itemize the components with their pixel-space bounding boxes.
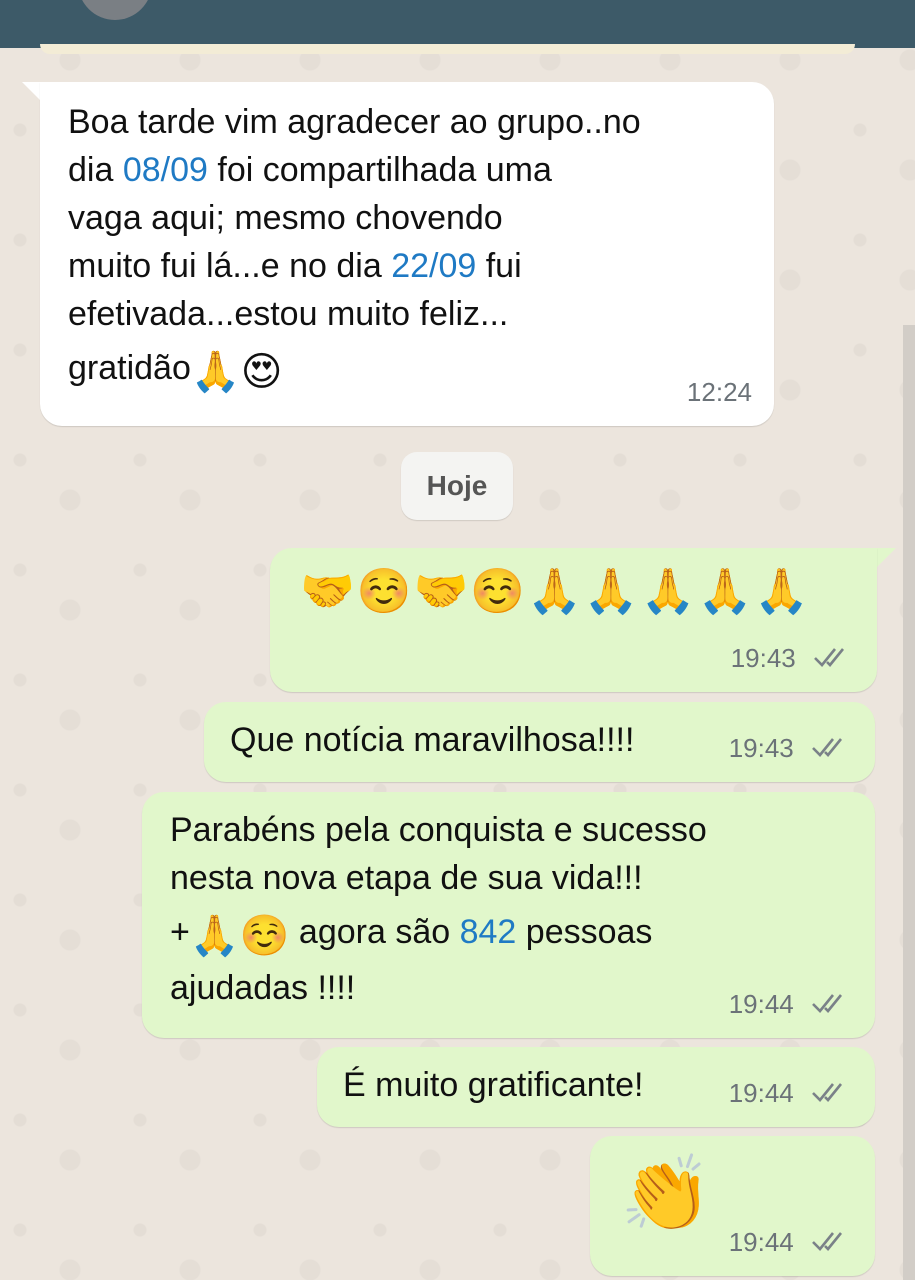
emoji-sequence: 🤝☺️🤝☺️🙏🙏🙏🙏🙏 [300,567,812,616]
message-line: ajudadas !!!! [170,964,707,1012]
pinned-message-strip[interactable] [40,44,855,54]
double-check-icon [812,738,843,757]
outgoing-message-bubble[interactable]: 🤝☺️🤝☺️🙏🙏🙏🙏🙏 19:43 [270,548,877,692]
message-status: 19:43 [729,724,851,772]
text-segment: fui [476,247,522,285]
message-status: 19:44 [729,980,851,1028]
text-segment: nesta nova etapa de sua vida!!! [170,859,643,897]
text-segment: dia [68,151,123,189]
message-line: +🙏☺️ agora são 842 pessoas [170,908,707,960]
double-check-icon [812,994,843,1013]
praying-hands-emoji: 🙏 [190,350,241,394]
date-link[interactable]: 08/09 [123,151,208,189]
text-segment: agora são [289,913,460,951]
message-status: 19:44 [729,1218,851,1266]
praying-hands-emoji: 🙏 [189,914,240,958]
outgoing-message-bubble[interactable]: Que notícia maravilhosa!!!! 19:43 [204,702,875,782]
message-timestamp: 19:43 [730,643,796,673]
outgoing-message-bubble[interactable]: 👏 19:44 [590,1136,875,1276]
message-line: Parabéns pela conquista e sucesso [170,806,707,854]
smiling-emoji: ☺️ [239,914,290,958]
text-segment: efetivada...estou muito feliz... [68,295,509,333]
message-timestamp: 19:44 [728,1078,794,1108]
double-check-icon [814,648,845,667]
double-check-icon [812,1083,843,1102]
message-text: É muito gratificante! [343,1066,644,1104]
message-timestamp: 19:44 [728,989,794,1019]
scrollbar[interactable] [903,325,915,1280]
number-link[interactable]: 842 [460,913,517,951]
message-text: Boa tarde vim agradecer ao grupo..no dia… [68,98,641,396]
text-segment: muito fui lá...e no dia [68,247,392,285]
message-timestamp: 12:24 [686,377,752,407]
text-segment: Boa tarde vim agradecer ao grupo..no [68,103,641,141]
date-link[interactable]: 22/09 [391,247,476,285]
date-divider: Hoje [401,452,513,520]
message-timestamp: 19:43 [728,733,794,763]
message-status: 19:43 [731,634,853,682]
text-segment: vaga aqui; mesmo chovendo [68,199,503,237]
clapping-hands-emoji: 👏 [620,1152,713,1235]
text-segment: ajudadas !!!! [170,969,356,1007]
message-line: Boa tarde vim agradecer ao grupo..no [68,98,641,146]
message-line: dia 08/09 foi compartilhada uma [68,146,641,194]
message-line: nesta nova etapa de sua vida!!! [170,854,707,902]
message-line: gratidão🙏😍 [68,344,641,396]
chat-header[interactable] [0,0,915,48]
bubble-tail [22,82,42,102]
message-timestamp: 19:44 [728,1227,794,1257]
text-segment: + [170,913,190,951]
text-segment: foi compartilhada uma [207,151,552,189]
text-segment: gratidão [68,349,191,387]
heart-eyes-emoji: 😍 [240,350,283,394]
double-check-icon [812,1232,843,1251]
message-status: 19:44 [729,1069,851,1117]
outgoing-message-bubble[interactable]: É muito gratificante! 19:44 [317,1047,875,1127]
contact-avatar[interactable] [78,0,152,20]
message-line: efetivada...estou muito feliz... [68,290,641,338]
outgoing-message-bubble[interactable]: Parabéns pela conquista e sucesso nesta … [142,792,875,1038]
message-text: Parabéns pela conquista e sucesso nesta … [170,806,707,1012]
message-text: Que notícia maravilhosa!!!! [230,721,635,759]
message-line: muito fui lá...e no dia 22/09 fui [68,242,641,290]
incoming-message-bubble[interactable]: Boa tarde vim agradecer ao grupo..no dia… [40,82,774,426]
bubble-tail [876,548,896,568]
text-segment: Parabéns pela conquista e sucesso [170,811,707,849]
text-segment: pessoas [516,913,653,951]
message-line: vaga aqui; mesmo chovendo [68,194,641,242]
